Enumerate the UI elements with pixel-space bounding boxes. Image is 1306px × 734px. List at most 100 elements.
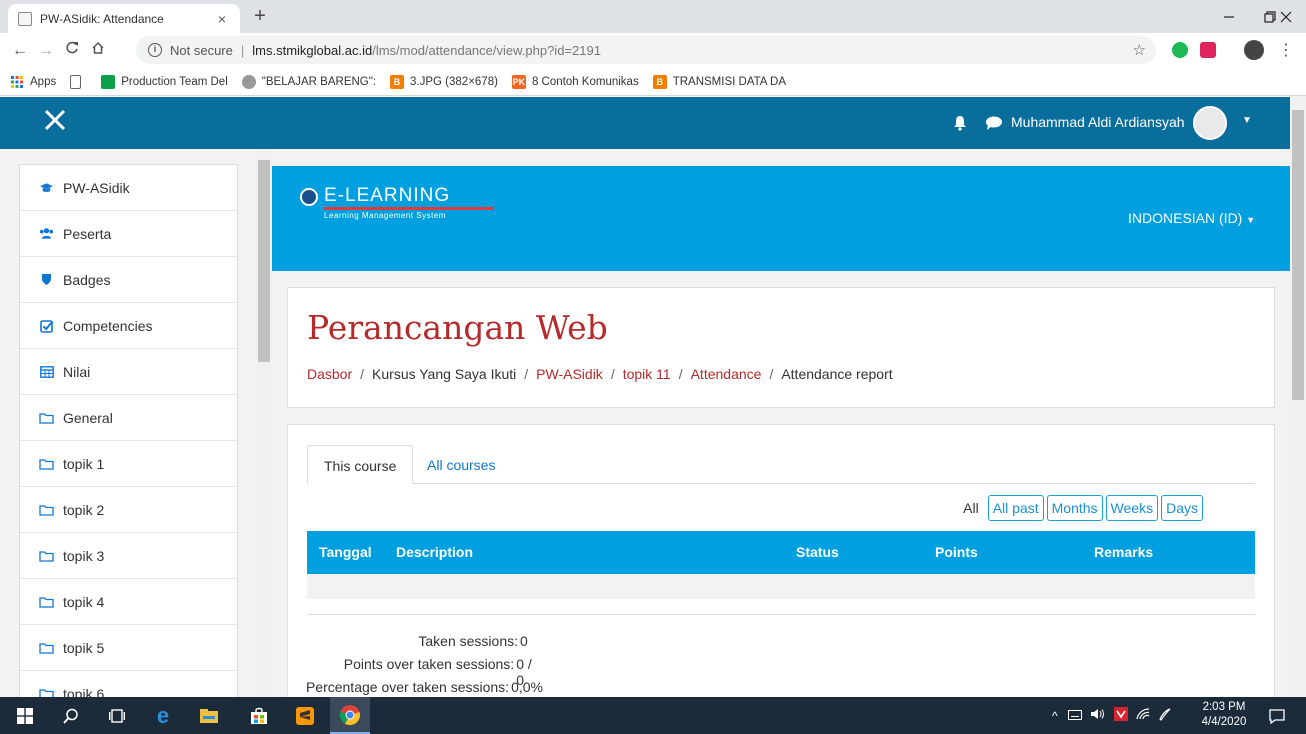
address-host: lms.stmikglobal.ac.id (252, 42, 373, 58)
search-icon[interactable] (58, 703, 84, 729)
bookmark-3jpg[interactable]: B 3.JPG (382×678) (390, 74, 498, 89)
sidebar-item-competencies[interactable]: Competencies (20, 303, 237, 349)
page-scrollbar-thumb[interactable] (1292, 110, 1304, 400)
summary-row: Taken sessions: 0 (288, 633, 543, 656)
bell-icon[interactable] (952, 115, 968, 131)
address-bar[interactable]: i Not secure | lms.stmikglobal.ac.id/lms… (136, 36, 1156, 64)
close-drawer-icon[interactable] (44, 107, 66, 137)
summary-value: 0 (520, 633, 528, 649)
svg-text:e: e (157, 705, 169, 727)
sidebar-item-label: topik 6 (63, 685, 105, 698)
extension-green-icon[interactable] (1172, 42, 1188, 58)
profile-avatar[interactable] (1244, 40, 1264, 60)
breadcrumb-separator: / (678, 366, 683, 382)
sidebar-item-label: topik 4 (63, 593, 105, 610)
sidebar-item-topik-2[interactable]: topik 2 (20, 487, 237, 533)
user-name[interactable]: Muhammad Aldi Ardiansyah (1011, 114, 1185, 130)
bookmark-transmisi-data[interactable]: B TRANSMISI DATA DA (652, 74, 787, 89)
chat-icon[interactable] (985, 115, 1003, 131)
pen-icon[interactable] (1158, 707, 1172, 724)
language-label: INDONESIAN (ID) (1128, 210, 1243, 226)
browser-tab[interactable]: PW-ASidik: Attendance × (8, 4, 240, 33)
sidebar-item-topik-4[interactable]: topik 4 (20, 579, 237, 625)
back-arrow-icon[interactable]: ← (8, 39, 32, 63)
sidebar-item-topik-6[interactable]: topik 6 (20, 671, 237, 697)
breadcrumb-pw-asidik[interactable]: PW-ASidik (536, 366, 603, 382)
sidebar-item-nilai[interactable]: Nilai (20, 349, 237, 395)
sidebar-item-peserta[interactable]: Peserta (20, 211, 237, 257)
folder-icon (39, 595, 54, 609)
keyboard-icon[interactable] (1067, 709, 1082, 723)
sidebar-item-label: topik 1 (63, 455, 105, 472)
summary-value: 0 / 0 (516, 656, 532, 688)
bookmark-label: Apps (30, 75, 57, 88)
close-window-icon[interactable] (1266, 0, 1306, 33)
site-logo[interactable]: E-LEARNING Learning Management System (300, 186, 494, 220)
breadcrumb-separator: / (524, 366, 529, 382)
edge-browser-icon[interactable]: e (150, 703, 176, 729)
reload-icon[interactable] (60, 39, 84, 63)
volume-icon[interactable] (1090, 708, 1106, 723)
bookmark-label: "BELAJAR BARENG": (261, 75, 377, 88)
notification-icon[interactable] (1264, 703, 1290, 729)
sidebar-scrollbar-thumb[interactable] (258, 160, 270, 362)
minimize-icon[interactable] (1209, 0, 1249, 33)
bookmark-blank[interactable] (70, 74, 87, 89)
extension-red-icon[interactable] (1200, 42, 1216, 58)
summary-row: Points over taken sessions: 0 / 0 (288, 656, 543, 688)
new-tab-button[interactable]: + (248, 5, 272, 29)
sidebar-item-topik-3[interactable]: topik 3 (20, 533, 237, 579)
home-icon[interactable] (86, 39, 110, 63)
wifi-icon[interactable] (1136, 708, 1150, 723)
bookmark-label: TRANSMISI DATA DA (672, 75, 787, 88)
chevron-down-icon[interactable]: ▼ (1242, 115, 1252, 126)
column-header-description[interactable]: Description (396, 544, 473, 560)
breadcrumb-separator: / (610, 366, 615, 382)
chevron-up-icon[interactable]: ^ (1052, 709, 1058, 723)
bookmark-8-contoh[interactable]: PK 8 Contoh Komunikas (511, 74, 639, 89)
bookmark-production-team[interactable]: Production Team Del (101, 74, 228, 89)
attendance-table: Tanggal Description Status Points Remark… (307, 531, 1255, 599)
windows-start-icon[interactable] (12, 703, 38, 729)
task-view-icon[interactable] (104, 703, 130, 729)
column-header-status: Status (796, 544, 839, 560)
page-header: Perancangan Web Dasbor / Kursus Yang Saya … (287, 287, 1275, 408)
forward-arrow-icon[interactable]: → (34, 39, 58, 63)
taskbar-clock[interactable]: 2:03 PM 4/4/2020 (1196, 700, 1252, 730)
folder-icon (39, 549, 54, 563)
filter-days-button[interactable]: Days (1161, 495, 1203, 521)
sidebar-item-pw-asidik[interactable]: PW-ASidik (20, 165, 237, 211)
bookmark-label: 8 Contoh Komunikas (531, 75, 639, 88)
avatar[interactable] (1193, 106, 1227, 140)
filter-weeks-button[interactable]: Weeks (1105, 495, 1159, 521)
sublime-text-icon[interactable] (292, 703, 318, 729)
filter-all-past-button[interactable]: All past (987, 495, 1044, 521)
chrome-menu-icon[interactable]: ⋮ (1274, 39, 1298, 63)
column-header-points: Points (935, 544, 978, 560)
language-selector[interactable]: INDONESIAN (ID) ▼ (1128, 210, 1255, 226)
filter-all-label[interactable]: All (963, 500, 979, 516)
browser-tab-strip: PW-ASidik: Attendance × + (0, 0, 1306, 33)
sidebar-item-topik-5[interactable]: topik 5 (20, 625, 237, 671)
sidebar-item-general[interactable]: General (20, 395, 237, 441)
info-icon[interactable]: i (148, 43, 162, 57)
sidebar-item-topik-1[interactable]: topik 1 (20, 441, 237, 487)
close-tab-icon[interactable]: × (214, 11, 230, 27)
breadcrumb-topik-11[interactable]: topik 11 (623, 366, 671, 382)
breadcrumb-attendance[interactable]: Attendance (691, 366, 762, 382)
clock-time: 2:03 PM (1202, 701, 1246, 713)
breadcrumb-dasbor[interactable]: Dasbor (307, 366, 352, 382)
store-icon[interactable] (246, 703, 272, 729)
bookmark-apps[interactable]: Apps (10, 75, 56, 89)
file-explorer-icon[interactable] (196, 703, 222, 729)
sidebar-item-label: topik 5 (63, 639, 105, 656)
bookmark-belajar-bareng[interactable]: "BELAJAR BARENG": (241, 74, 377, 89)
antivirus-icon[interactable] (1113, 707, 1128, 724)
chrome-taskbar-icon[interactable] (330, 697, 370, 734)
tab-this-course[interactable]: This course (307, 445, 414, 484)
tab-all-courses[interactable]: All courses (411, 445, 511, 484)
sidebar-item-badges[interactable]: Badges (20, 257, 237, 303)
filter-months-button[interactable]: Months (1046, 495, 1103, 521)
bookmark-star-icon[interactable]: ☆ (1133, 41, 1146, 59)
column-header-tanggal[interactable]: Tanggal (319, 544, 372, 560)
